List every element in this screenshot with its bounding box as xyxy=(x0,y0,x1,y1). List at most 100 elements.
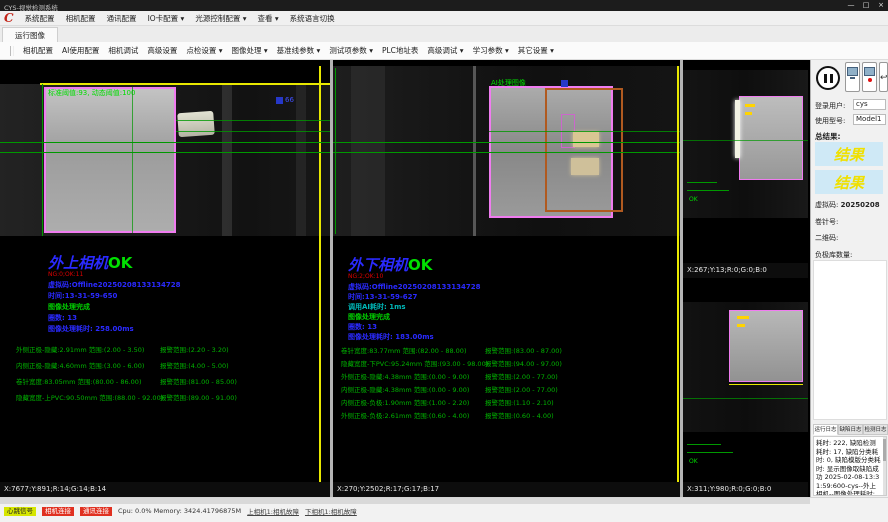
reference-line-yellow xyxy=(729,384,803,385)
tool-advanced-settings[interactable]: 高级设置 xyxy=(147,45,177,56)
ai-process-label: AI处理图像 xyxy=(491,78,526,88)
log-tab-run[interactable]: 运行日志 xyxy=(813,424,838,435)
camera-view-outer-upper[interactable]: 标准阈值:93, 动态阈值:100 66 外上相机OK NG:0;OK:11 虚… xyxy=(0,60,330,497)
tool-learning-params[interactable]: 学习参数 ▾ xyxy=(473,45,509,56)
info-panel-empty xyxy=(813,260,887,420)
app-logo-icon: C xyxy=(4,13,14,23)
camera-view-small-top[interactable]: OK X:267;Y:13;R:0;G:0;B:0 xyxy=(683,60,808,278)
camera-result-title: 外上相机OK xyxy=(48,252,132,273)
alarm-range: 报警范围:(0.60 - 4.00) xyxy=(485,410,554,420)
camera-image-outer-lower[interactable]: AI处理图像 xyxy=(333,66,680,236)
measure-line xyxy=(687,452,733,453)
return-button[interactable]: ↩ xyxy=(879,62,888,92)
ai-time-line: 调用AI耗时: 1ms xyxy=(348,302,406,312)
result-badge-2: 结果 xyxy=(815,170,883,194)
camera-image-small-top[interactable]: OK xyxy=(683,70,808,218)
tool-image-process[interactable]: 图像处理 ▾ xyxy=(232,45,268,56)
alarm-range: 报警范围:(4.00 - 5.00) xyxy=(160,360,229,370)
tool-camera-config[interactable]: 相机配置 xyxy=(23,45,53,56)
blue-square-icon xyxy=(276,97,283,104)
blue-tag-label xyxy=(561,80,568,87)
log-scrollbar-thumb[interactable] xyxy=(883,439,886,461)
measure-row: 隐藏宽度-上PVC:90.50mm 范围:(88.00 - 92.00) xyxy=(16,392,163,402)
menu-system-config[interactable]: 系统配置 xyxy=(25,13,55,24)
minimize-button[interactable]: — xyxy=(844,1,858,10)
monitor-button[interactable] xyxy=(845,62,860,92)
contact-highlight xyxy=(571,158,599,175)
time-line: 时间:13-31-59-650 xyxy=(48,291,117,301)
measure-line xyxy=(176,131,330,132)
stock-count-label: 负极库数量: xyxy=(815,250,852,260)
tool-test-params[interactable]: 测试项参数 ▾ xyxy=(329,45,373,56)
measure-row: 外侧正极-负极:2.61mm 范围:(0.60 - 4.00) xyxy=(341,410,469,420)
measure-row: 外侧正极-隐藏:2.91mm 范围:(2.00 - 3.50) xyxy=(16,344,144,354)
cell-product-region xyxy=(729,310,803,382)
alarm-range: 报警范围:(1.10 - 2.10) xyxy=(485,397,554,407)
record-button[interactable] xyxy=(862,62,877,92)
total-result-label: 总结果: xyxy=(815,131,841,142)
qr-code-label: 二维码: xyxy=(815,233,838,243)
reference-line-yellow xyxy=(40,83,330,85)
threshold-label: 标准阈值:93, 动态阈值:100 xyxy=(48,88,135,98)
menu-io-config[interactable]: IO卡配置 ▾ xyxy=(148,13,185,24)
camera-view-outer-lower[interactable]: AI处理图像 外下相机OK NG:2;OK:10 虚拟码:Offline2025… xyxy=(333,60,680,497)
tool-spot-check[interactable]: 点检设置 ▾ xyxy=(186,45,222,56)
machine-texture xyxy=(351,66,385,236)
pixel-coords-readout: X:270;Y:2502;R:17;G:17;B:17 xyxy=(333,482,680,497)
measure-row: 隐藏宽度-下PVC:95.24mm 范围:(93.00 - 98.00) xyxy=(341,358,488,368)
login-user-label: 登录用户: xyxy=(815,101,845,111)
menu-view[interactable]: 查看 ▾ xyxy=(257,13,278,24)
result-mini-label: OK xyxy=(689,196,698,203)
app-window: CYS-视觉检测系统 — □ × C 系统配置 相机配置 通讯配置 IO卡配置 … xyxy=(0,0,888,522)
menu-language-switch[interactable]: 系统语言切换 xyxy=(290,13,335,24)
camera-link-badge: 相机连接 xyxy=(42,507,74,516)
tool-plc-address[interactable]: PLC地址表 xyxy=(382,45,418,56)
elapsed-line: 图像处理耗时: 258.00ms xyxy=(48,324,134,334)
log-tab-detect[interactable]: 检测日志 xyxy=(863,424,888,435)
close-button[interactable]: × xyxy=(874,1,888,10)
tab-run-image[interactable]: 运行图像 xyxy=(2,27,58,42)
comm-link-badge: 通讯连接 xyxy=(80,507,112,516)
tool-baseline-params[interactable]: 基准线参数 ▾ xyxy=(277,45,321,56)
alarm-range: 报警范围:(2.00 - 77.00) xyxy=(485,384,558,394)
measure-line xyxy=(333,152,680,153)
highlight-mark xyxy=(745,104,755,107)
alarm-range: 报警范围:(2.00 - 77.00) xyxy=(485,371,558,381)
machine-texture xyxy=(473,66,476,236)
horizontal-scrollbar[interactable] xyxy=(0,498,810,504)
cell-product-region xyxy=(44,87,176,233)
measure-row: 内侧正极-负极:1.90mm 范围:(1.00 - 2.20) xyxy=(341,397,469,407)
reference-line-yellow-vertical xyxy=(677,66,679,482)
ng-ok-counter: NG:0;OK:11 xyxy=(48,271,83,278)
alarm-range: 报警范围:(94.00 - 97.00) xyxy=(485,358,562,368)
tool-advanced-debug[interactable]: 高级调试 ▾ xyxy=(427,45,463,56)
camera-image-small-bottom[interactable] xyxy=(683,302,808,432)
tool-camera-debug[interactable]: 相机调试 xyxy=(108,45,138,56)
tool-other-settings[interactable]: 其它设置 ▾ xyxy=(518,45,554,56)
contact-highlight xyxy=(573,132,599,147)
measure-line xyxy=(176,120,330,121)
log-scrollbar[interactable] xyxy=(883,437,886,495)
tool-ai-use-config[interactable]: AI使用配置 xyxy=(62,45,99,56)
menu-comm-config[interactable]: 通讯配置 xyxy=(107,13,137,24)
lower-camera-status[interactable]: 下相机1:相机故障 xyxy=(305,506,357,516)
menu-bar: C 系统配置 相机配置 通讯配置 IO卡配置 ▾ 光源控制配置 ▾ 查看 ▾ 系… xyxy=(0,11,888,26)
login-user-value[interactable]: cys xyxy=(853,99,886,110)
cpu-memory-status: Cpu: 0.0% Memory: 3424.41796875M xyxy=(118,507,241,515)
upper-camera-status[interactable]: 上相机1:相机故障 xyxy=(247,506,299,516)
monitor-icon xyxy=(847,67,858,76)
camera-image-outer-upper[interactable]: 标准阈值:93, 动态阈值:100 66 xyxy=(0,84,330,236)
menu-light-config[interactable]: 光源控制配置 ▾ xyxy=(195,13,246,24)
highlight-mark xyxy=(737,316,749,319)
alarm-range: 报警范围:(81.00 - 85.00) xyxy=(160,376,237,386)
model-value[interactable]: Model1 xyxy=(853,114,886,125)
log-tab-defect[interactable]: 缺陷日志 xyxy=(838,424,863,435)
menu-camera-config[interactable]: 相机配置 xyxy=(66,13,96,24)
time-line: 时间:13-31-59-627 xyxy=(348,292,417,302)
measure-line xyxy=(333,142,680,143)
measure-line xyxy=(687,182,717,183)
pause-button[interactable] xyxy=(816,66,840,90)
camera-view-small-bottom[interactable]: OK X:311;Y:980;R:0;G:0;B:0 xyxy=(683,280,808,497)
maximize-button[interactable]: □ xyxy=(859,1,873,10)
virtual-code-line: 虚拟码:Offline20250208133134728 xyxy=(348,282,481,292)
